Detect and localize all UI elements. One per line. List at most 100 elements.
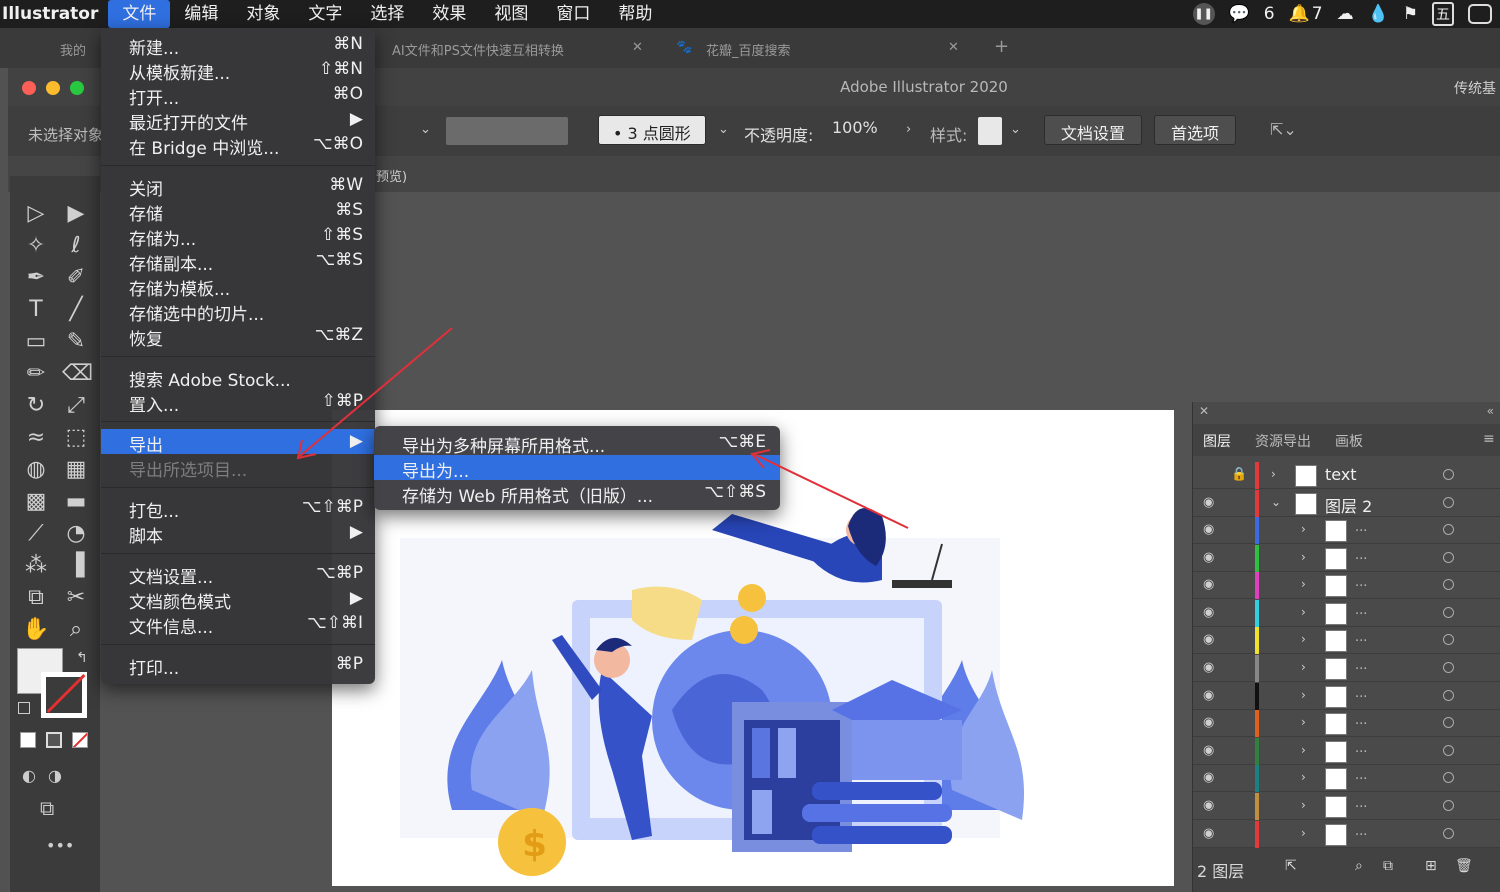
curvature-tool-icon[interactable]: ✐ <box>62 264 90 292</box>
layer-name[interactable]: ... <box>1355 630 1367 645</box>
layer-row-text[interactable]: 🔒 › text <box>1193 462 1500 489</box>
visibility-eye-icon[interactable]: ◉ <box>1203 743 1214 758</box>
paintbrush-tool-icon[interactable]: ✎ <box>62 328 90 356</box>
layer-name[interactable]: ... <box>1355 686 1367 701</box>
eyedropper-icon[interactable]: ⟋ <box>22 520 50 548</box>
visibility-eye-icon[interactable]: ◉ <box>1203 770 1214 785</box>
chevron-right-icon[interactable]: › <box>1301 577 1306 591</box>
chevron-right-icon[interactable]: › <box>1301 688 1306 702</box>
menu-type[interactable]: 文字 <box>294 0 356 28</box>
menu-view[interactable]: 视图 <box>480 0 542 28</box>
menu-item-new[interactable]: 新建... ⌘N <box>101 32 375 59</box>
menu-item-save-a-copy[interactable]: 存储副本... ⌥⌘S <box>101 248 375 275</box>
menu-item-save-as[interactable]: 存储为... ⇧⌘S <box>101 223 375 250</box>
sublayer-row[interactable]: ◉ ›... <box>1193 544 1500 572</box>
visibility-eye-icon[interactable]: ◉ <box>1203 826 1214 841</box>
layer-name[interactable]: ... <box>1355 603 1367 618</box>
target-circle-icon[interactable] <box>1443 579 1454 591</box>
menu-item-open[interactable]: 打开... ⌘O <box>101 82 375 109</box>
lasso-icon[interactable]: ℓ <box>62 232 90 260</box>
target-circle-icon[interactable] <box>1443 717 1454 729</box>
layer-name[interactable]: 图层 2 <box>1325 493 1372 517</box>
color-mode-icon[interactable] <box>20 732 36 748</box>
symbol-sprayer-icon[interactable]: ⁂ <box>22 552 50 580</box>
direct-selection-tool-icon[interactable]: ▶ <box>62 200 90 228</box>
shaper-tool-icon[interactable]: ✏ <box>22 360 50 388</box>
visibility-eye-icon[interactable]: ◉ <box>1203 688 1214 703</box>
browser-tab[interactable]: 花瓣_百度搜索 <box>706 40 791 59</box>
submenu-item-save-for-web[interactable]: 存储为 Web 所用格式（旧版）... ⌥⇧⌘S <box>374 480 780 507</box>
menu-item-new-from-template[interactable]: 从模板新建... ⇧⌘N <box>101 57 375 84</box>
new-tab-icon[interactable]: + <box>994 36 1009 57</box>
sublayer-row[interactable]: ◉ ›... <box>1193 572 1500 600</box>
export-icon[interactable]: ⇱ <box>1285 858 1297 874</box>
shape-builder-icon[interactable]: ◍ <box>22 456 50 484</box>
chevron-down-icon[interactable]: ⌄ <box>420 122 431 137</box>
free-transform-icon[interactable]: ⬚ <box>62 424 90 452</box>
chevron-right-icon[interactable]: › <box>1301 550 1306 564</box>
selection-tool-icon[interactable]: ▷ <box>22 200 50 228</box>
perspective-grid-icon[interactable]: ▦ <box>62 456 90 484</box>
workspace-switcher[interactable]: 传统基 <box>1454 78 1496 98</box>
browser-tab[interactable]: AI文件和PS文件快速互相转换 <box>392 40 564 59</box>
menu-item-save[interactable]: 存储 ⌘S <box>101 198 375 225</box>
menu-item-save-as-template[interactable]: 存储为模板... <box>101 273 375 300</box>
new-sublayer-icon[interactable]: ⊞ <box>1425 858 1437 874</box>
chevron-right-icon[interactable]: › <box>1301 798 1306 812</box>
sublayer-row[interactable]: ◉ ›... <box>1193 765 1500 793</box>
gradient-tool-icon[interactable]: ▬ <box>62 488 90 516</box>
submenu-item-export-for-screens[interactable]: 导出为多种屏幕所用格式... ⌥⌘E <box>374 430 780 457</box>
sublayer-row[interactable]: ◉ ›... <box>1193 682 1500 710</box>
chevron-right-icon[interactable]: › <box>1301 743 1306 757</box>
none-mode-icon[interactable] <box>72 732 88 748</box>
submenu-item-export-as[interactable]: 导出为... <box>374 455 780 482</box>
arrange-icon[interactable]: ⇱⌄ <box>1270 120 1297 139</box>
screen-mode-icon[interactable]: ⧉ <box>40 796 54 820</box>
visibility-eye-icon[interactable]: ◉ <box>1203 798 1214 813</box>
creative-cloud-icon[interactable]: ☁ <box>1337 4 1354 24</box>
menu-item-file-info[interactable]: 文件信息... ⌥⇧⌘I <box>101 611 375 638</box>
chevron-right-icon[interactable]: › <box>1301 715 1306 729</box>
magic-wand-icon[interactable]: ✧ <box>22 232 50 260</box>
tab-artboards[interactable]: 画板 <box>1335 431 1363 451</box>
scale-tool-icon[interactable]: ⤢ <box>62 392 90 420</box>
lock-icon[interactable]: 🔒 <box>1231 467 1247 482</box>
target-circle-icon[interactable] <box>1443 524 1454 535</box>
document-setup-button[interactable]: 文档设置 <box>1044 115 1143 145</box>
layer-name[interactable]: ... <box>1355 520 1367 535</box>
close-icon[interactable]: ✕ <box>948 40 959 55</box>
menu-item-document-setup[interactable]: 文档设置... ⌥⌘P <box>101 561 375 588</box>
sublayer-row[interactable]: ◉ ›... <box>1193 737 1500 765</box>
pause-icon[interactable]: ❚❚ <box>1192 3 1215 25</box>
sublayer-row[interactable]: ◉ ›... <box>1193 517 1500 544</box>
layer-name[interactable]: text <box>1325 465 1357 484</box>
target-circle-icon[interactable] <box>1443 551 1454 563</box>
chevron-right-icon[interactable]: › <box>1301 605 1306 619</box>
visibility-eye-icon[interactable]: ◉ <box>1203 577 1214 592</box>
sublayer-row[interactable]: ◉ ›... <box>1193 627 1500 655</box>
more-tools-icon[interactable]: ••• <box>46 836 74 855</box>
layer-name[interactable]: ... <box>1355 548 1367 563</box>
eraser-tool-icon[interactable]: ⌫ <box>62 360 93 388</box>
chevron-right-icon[interactable]: › <box>1301 770 1306 784</box>
locate-object-icon[interactable]: ⌕ <box>1355 858 1363 874</box>
menu-item-close[interactable]: 关闭 ⌘W <box>101 173 375 200</box>
menu-item-search-adobe-stock[interactable]: 搜索 Adobe Stock... <box>101 364 375 391</box>
zoom-tool-icon[interactable]: ⌕ <box>62 616 90 644</box>
visibility-eye-icon[interactable]: ◉ <box>1203 632 1214 647</box>
swap-colors-icon[interactable]: ↰ <box>68 644 96 672</box>
line-tool-icon[interactable]: ╱ <box>62 296 90 324</box>
app-menu[interactable]: Illustrator <box>0 4 108 24</box>
target-circle-icon[interactable] <box>1443 800 1454 811</box>
layer-name[interactable]: ... <box>1355 796 1367 811</box>
close-icon[interactable]: ✕ <box>1199 404 1209 418</box>
target-circle-icon[interactable] <box>1443 469 1454 480</box>
sublayer-row[interactable]: ◉ ›... <box>1193 793 1500 820</box>
collapse-icon[interactable]: « <box>1487 404 1494 418</box>
sublayer-row[interactable]: ◉ ›... <box>1193 655 1500 682</box>
chevron-right-icon[interactable]: › <box>1301 522 1306 536</box>
tab-asset-export[interactable]: 资源导出 <box>1255 431 1311 451</box>
layer-row-layer2[interactable]: ◉ ⌄ 图层 2 <box>1193 490 1500 517</box>
layer-name[interactable]: ... <box>1355 713 1367 728</box>
target-circle-icon[interactable] <box>1443 497 1454 508</box>
